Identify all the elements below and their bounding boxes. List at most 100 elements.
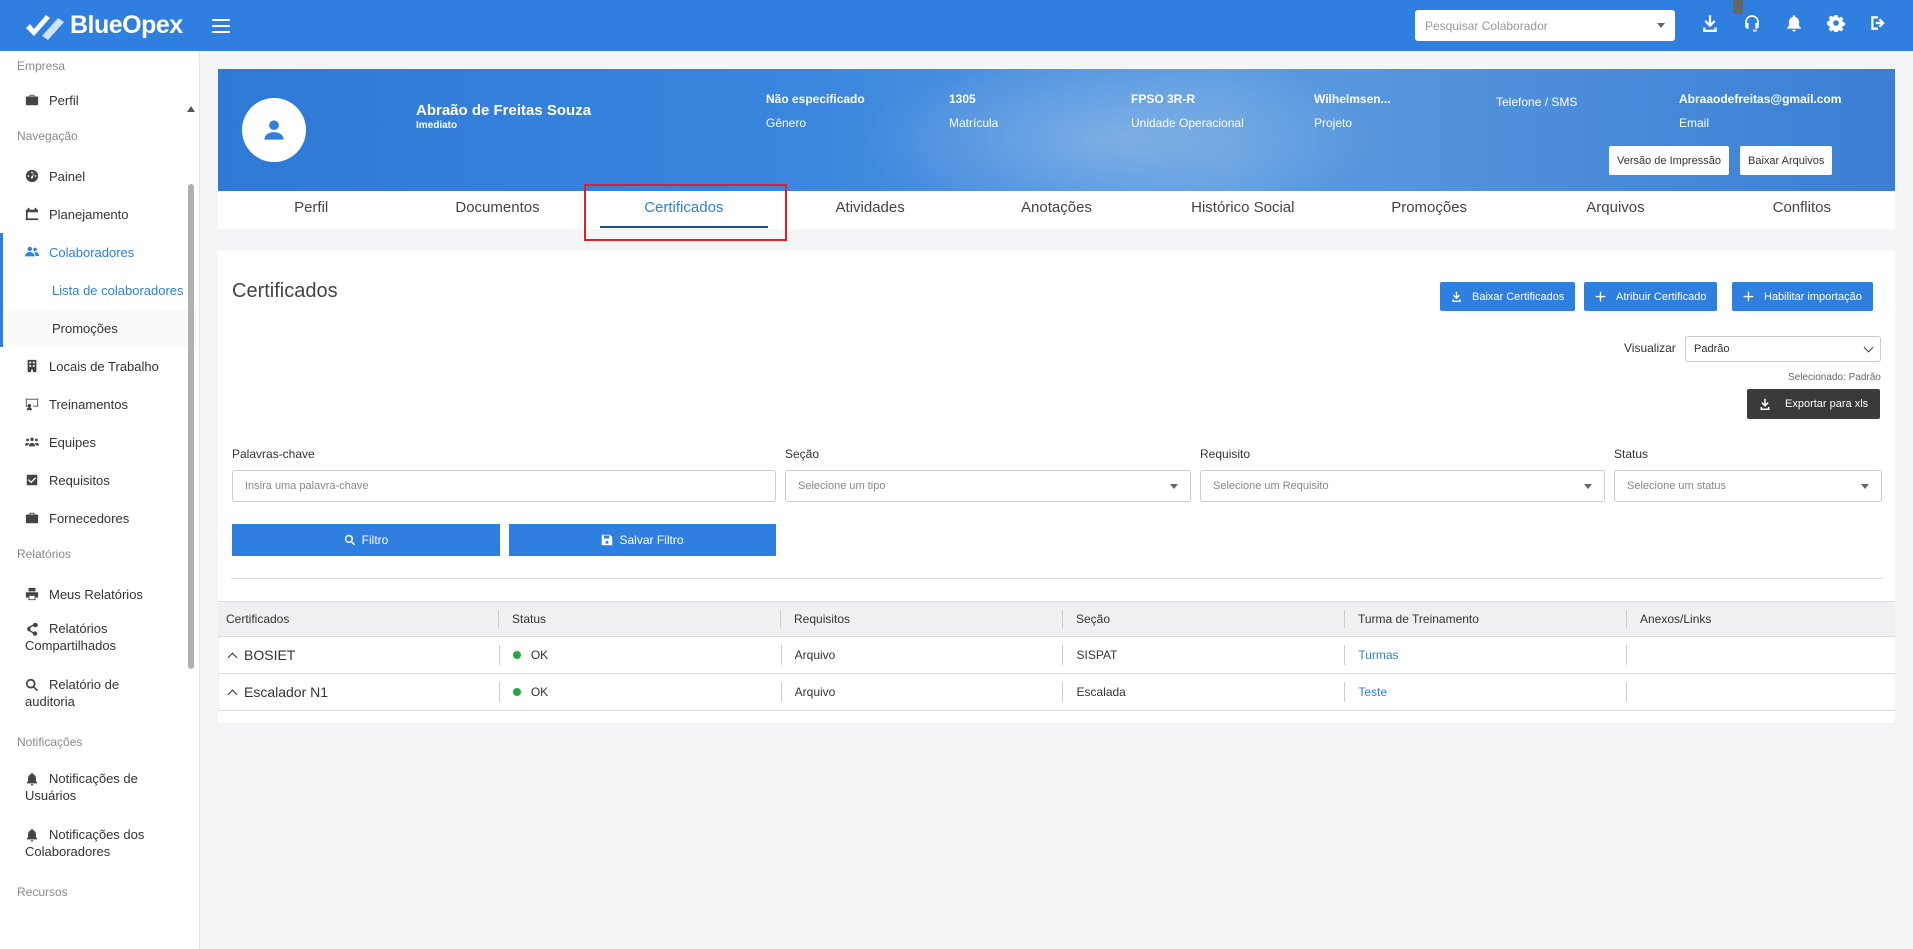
sidebar-item-painel[interactable]: Painel <box>0 157 199 195</box>
column-header-turma[interactable]: Turma de Treinamento <box>1344 602 1626 636</box>
tab-perfil[interactable]: Perfil <box>218 191 404 229</box>
sidebar-item-locais[interactable]: Locais de Trabalho <box>0 347 199 385</box>
headset-icon[interactable] <box>1742 13 1762 33</box>
training-class-link[interactable]: Teste <box>1358 685 1387 699</box>
employee-search-placeholder: Pesquisar Colaborador <box>1425 18 1548 33</box>
save-filter-button[interactable]: Salvar Filtro <box>509 524 776 556</box>
gear-icon[interactable] <box>1826 13 1846 33</box>
sidebar-item-treinamentos[interactable]: Treinamentos <box>0 385 199 423</box>
bell-icon <box>25 828 39 842</box>
sidebar-item-fornecedores[interactable]: Fornecedores <box>0 499 199 537</box>
sidebar-item-perfil[interactable]: Perfil <box>0 81 199 119</box>
status-placeholder: Selecione um status <box>1627 480 1727 492</box>
sidebar-item-label: Meus Relatórios <box>49 586 143 602</box>
tab-conflitos[interactable]: Conflitos <box>1709 191 1895 229</box>
status-text: OK <box>530 685 549 699</box>
section-select[interactable]: Selecione um tipo <box>785 470 1191 502</box>
filter-button[interactable]: Filtro <box>232 524 500 556</box>
sidebar-item-label: Fornecedores <box>49 510 130 526</box>
tab-arquivos[interactable]: Arquivos <box>1522 191 1708 229</box>
column-header-anexos[interactable]: Anexos/Links <box>1626 602 1895 636</box>
tab-documentos[interactable]: Documentos <box>404 191 590 229</box>
sidebar-item-label: Equipes <box>49 434 96 450</box>
users-icon <box>25 245 39 259</box>
export-xls-button[interactable]: Exportar para xls <box>1747 389 1881 419</box>
app-logo[interactable]: BlueOpex <box>24 11 200 40</box>
sidebar-item-relatorios-compartilhados[interactable]: Relatórios Compartilhados <box>0 613 199 669</box>
tab-promocoes[interactable]: Promoções <box>1336 191 1522 229</box>
sidebar-item-notificacoes-colaboradores[interactable]: Notificações dos Colaboradores <box>0 819 199 875</box>
column-header-requisitos[interactable]: Requisitos <box>780 602 1062 636</box>
sidebar-item-requisitos[interactable]: Requisitos <box>0 461 199 499</box>
printer-icon <box>25 587 39 601</box>
certificate-name-cell: BOSIET <box>219 637 499 673</box>
status-select[interactable]: Selecione um status <box>1614 470 1882 502</box>
scrollbar-thumb[interactable] <box>188 184 194 669</box>
profile-field-email: Abraaodefreitas@gmail.com Email <box>1679 92 1841 130</box>
requirement-select[interactable]: Selecione um Requisito <box>1200 470 1605 502</box>
button-label: Salvar Filtro <box>619 533 684 547</box>
tab-anotacoes[interactable]: Anotações <box>963 191 1149 229</box>
search-icon <box>344 534 355 546</box>
button-label: Filtro <box>361 533 389 547</box>
column-header-status[interactable]: Status <box>498 602 780 636</box>
top-marker <box>1733 0 1743 14</box>
tab-historico-social[interactable]: Histórico Social <box>1150 191 1336 229</box>
calendar-icon <box>25 207 39 221</box>
sidebar-section-relatorios: Relatórios <box>17 547 72 561</box>
enable-import-button[interactable]: Habilitar importação <box>1732 282 1873 311</box>
chevron-up-icon[interactable] <box>227 689 238 699</box>
menu-toggle-icon[interactable] <box>212 18 230 33</box>
table-row[interactable]: Escalador N1 OK Arquivo Escalada Teste <box>218 674 1895 711</box>
section-cell: Escalada <box>1062 674 1344 710</box>
download-icon[interactable] <box>1700 13 1720 33</box>
profile-field-value: Não especificado <box>766 92 865 106</box>
keywords-input[interactable]: Insira uma palavra-chave <box>232 470 776 502</box>
logout-icon[interactable] <box>1868 13 1888 33</box>
sidebar-subitem-lista-colaboradores[interactable]: Lista de colaboradores <box>3 271 199 309</box>
sidebar-subitem-promocoes[interactable]: Promoções <box>3 309 199 347</box>
sidebar-section-notificacoes: Notificações <box>17 735 83 749</box>
assign-certificate-button[interactable]: Atribuir Certificado <box>1584 282 1718 311</box>
column-header-secao[interactable]: Seção <box>1062 602 1344 636</box>
profile-field-label: Projeto <box>1314 116 1353 130</box>
sidebar-item-notificacoes-usuarios[interactable]: Notificações de Usuários <box>0 763 199 819</box>
training-class-link[interactable]: Turmas <box>1358 648 1398 662</box>
chalkboard-icon <box>25 397 39 411</box>
briefcase-icon <box>25 511 39 525</box>
table-row[interactable]: BOSIET OK Arquivo SISPAT Turmas <box>218 637 1895 674</box>
keywords-label: Palavras-chave <box>232 447 315 461</box>
sidebar: Empresa Perfil Navegação Painel Planejam… <box>0 51 200 949</box>
user-icon <box>264 120 284 140</box>
download-files-button[interactable]: Baixar Arquivos <box>1740 146 1833 175</box>
sidebar-item-relatorio-auditoria[interactable]: Relatório de auditoria <box>0 669 199 725</box>
logo-mark-icon <box>24 12 66 40</box>
print-version-button[interactable]: Versão de Impressão <box>1609 146 1729 175</box>
profile-field-registration: 1305 Matrícula <box>949 92 998 130</box>
banner-background-image <box>858 69 1378 191</box>
sidebar-item-planejamento[interactable]: Planejamento <box>0 195 199 233</box>
sidebar-scrollbar[interactable] <box>186 106 196 949</box>
sidebar-item-label: Painel <box>49 168 86 184</box>
profile-field-label: Unidade Operacional <box>1131 116 1244 130</box>
tab-atividades[interactable]: Atividades <box>777 191 963 229</box>
sidebar-item-label: Locais de Trabalho <box>49 358 159 374</box>
sidebar-item-label-line2: Colaboradores <box>25 844 111 859</box>
column-header-certificados[interactable]: Certificados <box>218 602 498 636</box>
chevron-up-icon[interactable] <box>227 652 238 662</box>
sidebar-group-colaboradores: Colaboradores Lista de colaboradores Pro… <box>0 233 199 347</box>
sidebar-item-equipes[interactable]: Equipes <box>0 423 199 461</box>
sidebar-item-label-line2: Compartilhados <box>25 638 117 653</box>
sidebar-item-meus-relatorios[interactable]: Meus Relatórios <box>0 575 199 613</box>
sidebar-item-label: Notificações de <box>49 771 138 786</box>
employee-search-select[interactable]: Pesquisar Colaborador <box>1415 10 1675 41</box>
bell-icon[interactable] <box>1784 13 1804 33</box>
download-certificates-button[interactable]: Baixar Certificados <box>1440 282 1576 311</box>
requirement-cell: Arquivo <box>780 674 1063 710</box>
training-class-cell: Turmas <box>1344 637 1626 673</box>
view-select-value: Padrão <box>1694 343 1730 355</box>
status-cell: OK <box>498 637 781 673</box>
sidebar-item-colaboradores[interactable]: Colaboradores <box>3 233 199 271</box>
scroll-up-icon[interactable] <box>187 106 195 112</box>
view-select[interactable]: Padrão <box>1685 336 1881 362</box>
